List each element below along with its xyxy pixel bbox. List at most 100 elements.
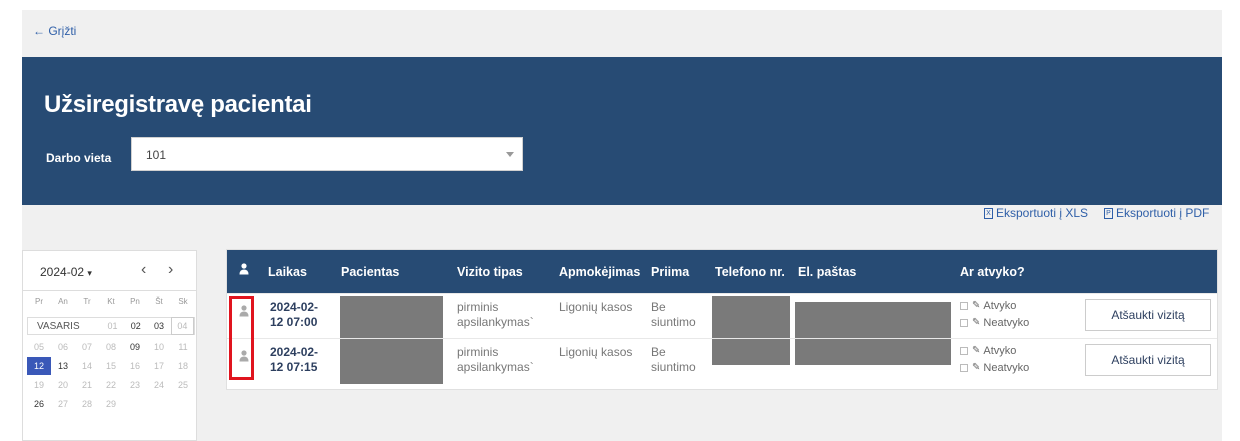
calendar-day[interactable]: 15 bbox=[99, 357, 123, 375]
workplace-select-value: 101 bbox=[146, 148, 167, 162]
column-header-email: El. paštas bbox=[798, 265, 857, 279]
redacted-email bbox=[795, 339, 951, 365]
not-arrived-checkbox[interactable]: ✎ Neatvyko bbox=[960, 315, 1029, 331]
cancel-visit-button[interactable]: Atšaukti vizitą bbox=[1085, 299, 1211, 331]
person-icon bbox=[239, 262, 249, 280]
table-row: 2024-02-12 07:00 pirminis apsilankymas` … bbox=[227, 293, 1217, 339]
checkbox-box bbox=[960, 364, 968, 372]
back-link[interactable]: ← Grįžti bbox=[33, 24, 76, 38]
calendar-day[interactable]: 04 bbox=[170, 317, 194, 335]
weekday-label: Sk bbox=[178, 297, 188, 306]
calendar-day-selected[interactable]: 12 bbox=[27, 357, 51, 375]
calendar-day[interactable]: 16 bbox=[123, 357, 147, 375]
calendar-day[interactable]: 06 bbox=[51, 338, 75, 356]
chevron-left-icon[interactable]: ‹ bbox=[141, 261, 146, 279]
calendar-day[interactable]: 29 bbox=[99, 395, 123, 413]
calendar-day[interactable]: 14 bbox=[75, 357, 99, 375]
xls-file-icon: X bbox=[984, 207, 993, 219]
not-arrived-label: Neatvyko bbox=[983, 362, 1030, 374]
redacted-email bbox=[795, 302, 951, 339]
calendar-day[interactable]: 11 bbox=[171, 338, 195, 356]
calendar-day[interactable]: 24 bbox=[147, 376, 171, 394]
page-header: Užsiregistravę pacientai Darbo vieta 101 bbox=[22, 57, 1222, 205]
highlight-box bbox=[229, 296, 254, 380]
referral: Be siuntimo bbox=[651, 300, 696, 329]
workplace-select[interactable]: 101 bbox=[131, 137, 523, 171]
weekday-label: Št bbox=[155, 297, 163, 306]
calendar-day[interactable]: 23 bbox=[123, 376, 147, 394]
calendar-day[interactable]: 03 bbox=[147, 317, 170, 335]
calendar-week: 05 06 07 08 09 10 11 bbox=[27, 338, 195, 356]
calendar-week: 19 20 21 22 23 24 25 bbox=[27, 376, 195, 394]
export-pdf-link[interactable]: P Eksportuoti į PDF bbox=[1104, 206, 1209, 220]
calendar-day[interactable]: 02 bbox=[124, 317, 147, 335]
calendar-day[interactable]: 05 bbox=[27, 338, 51, 356]
calendar-first-week: VASARIS 01 02 03 04 bbox=[27, 317, 195, 335]
visit-type: pirminis apsilankymas` bbox=[457, 300, 534, 329]
calendar-week: 26 27 28 29 bbox=[27, 395, 195, 413]
referral: Be siuntimo bbox=[651, 345, 696, 374]
calendar-month-label: 2024-02 bbox=[40, 265, 85, 279]
workplace-label: Darbo vieta bbox=[46, 151, 112, 165]
redacted-patient-name bbox=[340, 296, 443, 339]
calendar-header: 2024-02 ▾ ‹ › bbox=[23, 251, 196, 291]
weekday-label: Pn bbox=[130, 297, 140, 306]
cancel-visit-button[interactable]: Atšaukti vizitą bbox=[1085, 344, 1211, 376]
edit-icon: ✎ bbox=[972, 317, 981, 328]
edit-icon: ✎ bbox=[972, 362, 981, 373]
chevron-right-icon[interactable]: › bbox=[168, 261, 173, 279]
calendar-day[interactable]: 19 bbox=[27, 376, 51, 394]
column-header-payment: Apmokėjimas bbox=[559, 265, 641, 279]
calendar-week: 12 13 14 15 16 17 18 bbox=[27, 357, 195, 375]
edit-icon: ✎ bbox=[972, 345, 981, 356]
page-title: Užsiregistravę pacientai bbox=[44, 91, 312, 118]
calendar-day[interactable]: 18 bbox=[171, 357, 195, 375]
calendar-day[interactable]: 26 bbox=[27, 395, 51, 413]
table-header: Laikas Pacientas Vizito tipas Apmokėjima… bbox=[227, 250, 1217, 293]
not-arrived-label: Neatvyko bbox=[983, 317, 1030, 329]
column-header-arrived: Ar atvyko? bbox=[960, 265, 1025, 279]
not-arrived-checkbox[interactable]: ✎ Neatvyko bbox=[960, 360, 1029, 376]
calendar-month-name: VASARIS bbox=[37, 320, 80, 332]
weekday-label: Tr bbox=[83, 297, 91, 306]
column-header-phone: Telefono nr. bbox=[715, 265, 785, 279]
calendar-day[interactable]: 22 bbox=[99, 376, 123, 394]
calendar-month-selector[interactable]: 2024-02 ▾ bbox=[40, 265, 92, 279]
arrived-checkbox[interactable]: ✎ Atvyko bbox=[960, 343, 1016, 359]
calendar-day[interactable]: 01 bbox=[101, 317, 124, 335]
export-xls-label: Eksportuoti į XLS bbox=[996, 206, 1089, 220]
calendar-day[interactable]: 20 bbox=[51, 376, 75, 394]
payment-type: Ligonių kasos bbox=[559, 345, 633, 359]
appointment-time: 2024-02-12 07:00 bbox=[270, 300, 319, 329]
redacted-phone bbox=[712, 296, 790, 339]
checkbox-box bbox=[960, 302, 968, 310]
checkbox-box bbox=[960, 319, 968, 327]
chevron-down-icon: ▾ bbox=[87, 268, 92, 278]
appointment-time: 2024-02-12 07:15 bbox=[270, 345, 319, 374]
weekday-label: Kt bbox=[107, 297, 115, 306]
calendar-day[interactable]: 27 bbox=[51, 395, 75, 413]
weekday-label: An bbox=[58, 297, 68, 306]
chevron-down-icon bbox=[506, 152, 514, 157]
patients-table: Laikas Pacientas Vizito tipas Apmokėjima… bbox=[226, 249, 1218, 390]
calendar-day[interactable]: 07 bbox=[75, 338, 99, 356]
calendar-day[interactable]: 21 bbox=[75, 376, 99, 394]
weekday-label: Pr bbox=[35, 297, 43, 306]
calendar-day[interactable]: 10 bbox=[147, 338, 171, 356]
calendar: 2024-02 ▾ ‹ › Pr An Tr Kt Pn Št Sk VASAR… bbox=[22, 250, 197, 441]
edit-icon: ✎ bbox=[972, 300, 981, 311]
arrived-checkbox[interactable]: ✎ Atvyko bbox=[960, 298, 1016, 314]
export-pdf-label: Eksportuoti į PDF bbox=[1116, 206, 1210, 220]
column-header-time: Laikas bbox=[268, 265, 307, 279]
export-xls-link[interactable]: X Eksportuoti į XLS bbox=[984, 206, 1088, 220]
calendar-day[interactable]: 13 bbox=[51, 357, 75, 375]
calendar-day[interactable]: 09 bbox=[123, 338, 147, 356]
calendar-day[interactable]: 08 bbox=[99, 338, 123, 356]
table-row: 2024-02-12 07:15 pirminis apsilankymas` … bbox=[227, 338, 1217, 384]
pdf-file-icon: P bbox=[1104, 207, 1113, 219]
redacted-phone bbox=[712, 339, 790, 365]
calendar-day[interactable]: 25 bbox=[171, 376, 195, 394]
calendar-day[interactable]: 17 bbox=[147, 357, 171, 375]
redacted-patient-name bbox=[340, 339, 443, 384]
calendar-day[interactable]: 28 bbox=[75, 395, 99, 413]
